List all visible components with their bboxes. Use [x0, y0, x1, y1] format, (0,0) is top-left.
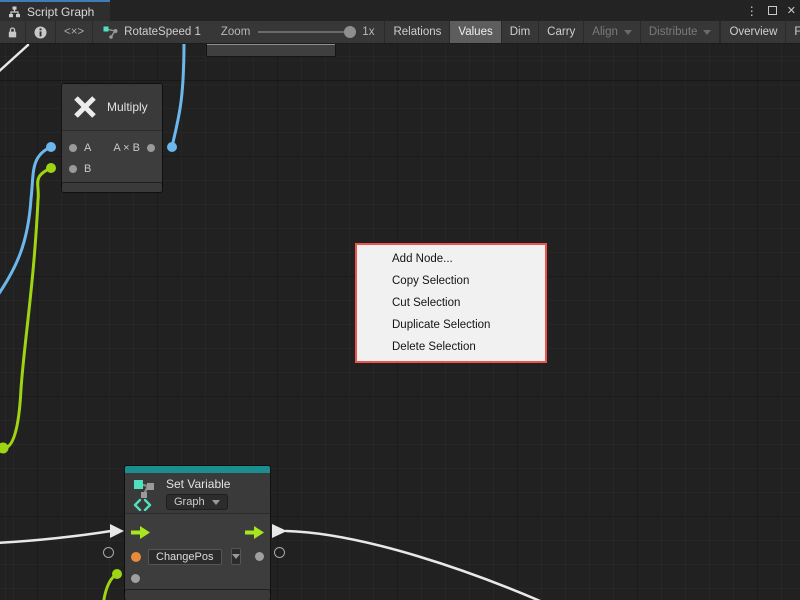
chevron-down-icon — [703, 30, 711, 35]
lock-button[interactable] — [0, 21, 26, 43]
value-input-port[interactable] — [131, 552, 141, 562]
port-out-label: A × B — [113, 142, 140, 154]
breadcrumb-label: RotateSpeed 1 — [124, 26, 201, 38]
dim-button[interactable]: Dim — [502, 21, 539, 43]
info-icon — [34, 26, 47, 39]
chevron-down-icon — [212, 500, 220, 505]
graph-toolbar: <×> RotateSpeed 1 Zoom 1x Relations Valu… — [0, 21, 800, 44]
multiply-node-footer — [62, 183, 162, 192]
breadcrumb[interactable]: RotateSpeed 1 — [93, 21, 211, 43]
maximize-icon[interactable] — [768, 6, 777, 15]
overview-button[interactable]: Overview — [721, 21, 786, 43]
multiply-x-icon — [72, 94, 98, 120]
graph-node-icon — [103, 26, 118, 39]
info-button[interactable] — [26, 21, 56, 43]
fullscreen-button[interactable]: Full Screen — [786, 21, 800, 43]
set-variable-body: ChangePos — [125, 513, 270, 594]
set-variable-accent-bar — [125, 466, 270, 473]
context-menu: Add Node... Copy Selection Cut Selection… — [355, 243, 547, 363]
zoom-control: Zoom 1x — [211, 21, 386, 43]
values-button[interactable]: Values — [450, 21, 501, 43]
unconnected-port-ring-right[interactable] — [274, 547, 285, 558]
set-variable-title: Set Variable — [166, 477, 230, 491]
zoom-value: 1x — [362, 26, 374, 38]
tab-label: Script Graph — [27, 5, 94, 19]
variable-kind-dropdown[interactable]: Graph — [166, 494, 228, 510]
variable-icon — [132, 477, 158, 511]
distribute-dropdown-button[interactable]: Distribute — [641, 21, 721, 43]
menu-item-duplicate-selection[interactable]: Duplicate Selection — [357, 314, 545, 336]
fallback-input-port[interactable] — [131, 574, 140, 583]
multiply-node-body: A A × B B — [62, 130, 162, 187]
value-output-port[interactable] — [255, 552, 264, 561]
zoom-label: Zoom — [221, 26, 250, 38]
carry-button[interactable]: Carry — [539, 21, 584, 43]
multiply-node-header[interactable]: Multiply — [62, 84, 162, 130]
variable-kind-value: Graph — [174, 496, 205, 508]
variable-name-dropdown[interactable]: ChangePos — [148, 549, 222, 565]
tab-script-graph[interactable]: Script Graph — [0, 0, 110, 21]
code-view-button[interactable]: <×> — [56, 21, 93, 43]
obscured-node-top — [207, 44, 335, 56]
set-variable-footer — [125, 590, 270, 600]
set-variable-header[interactable]: Set Variable Graph — [125, 473, 270, 513]
variable-name-chevron-button[interactable] — [231, 548, 242, 565]
node-multiply[interactable]: Multiply A A × B B — [62, 84, 162, 187]
unconnected-port-ring-left[interactable] — [103, 547, 114, 558]
port-b-label: B — [84, 163, 91, 175]
close-icon[interactable]: ✕ — [787, 4, 796, 17]
align-dropdown-button[interactable]: Align — [584, 21, 641, 43]
zoom-slider-handle[interactable] — [344, 26, 356, 38]
flow-output-arrow-icon[interactable] — [245, 526, 264, 539]
lock-icon — [8, 26, 17, 39]
chevron-down-icon — [624, 30, 632, 35]
flow-input-arrow-icon[interactable] — [131, 526, 150, 539]
distribute-label: Distribute — [649, 26, 698, 38]
menu-item-delete-selection[interactable]: Delete Selection — [357, 336, 545, 358]
input-port-b[interactable] — [69, 165, 77, 173]
input-port-a[interactable] — [69, 144, 77, 152]
window-menu-icon[interactable]: ⋮ — [746, 4, 758, 18]
graph-hierarchy-icon — [8, 6, 21, 18]
relations-button[interactable]: Relations — [385, 21, 450, 43]
menu-item-cut-selection[interactable]: Cut Selection — [357, 292, 545, 314]
multiply-node-title: Multiply — [107, 100, 148, 114]
align-label: Align — [592, 26, 618, 38]
node-set-variable[interactable]: Set Variable Graph ChangePos — [125, 466, 270, 594]
title-bar: Script Graph ⋮ ✕ — [0, 0, 800, 21]
menu-item-add-node[interactable]: Add Node... — [357, 248, 545, 270]
menu-item-copy-selection[interactable]: Copy Selection — [357, 270, 545, 292]
output-port-axb[interactable] — [147, 144, 155, 152]
script-graph-window: Multiply A A × B B — [0, 0, 800, 600]
port-a-label: A — [84, 142, 91, 154]
chevron-down-icon — [232, 554, 240, 559]
zoom-slider[interactable] — [258, 31, 354, 33]
